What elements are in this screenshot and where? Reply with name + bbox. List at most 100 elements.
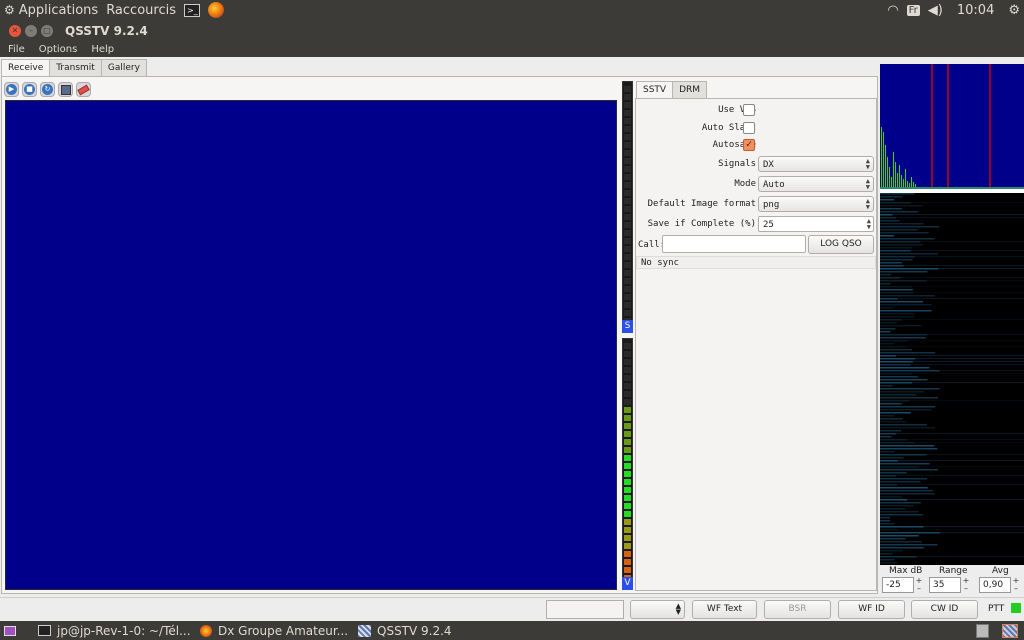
shortcuts-menu[interactable]: Raccourcis [102, 0, 180, 20]
waterfall-line [880, 259, 913, 261]
signal-meter-segment [624, 158, 631, 164]
wf-text-button[interactable]: WF Text [692, 600, 757, 619]
save-complete-value: 25 [763, 220, 774, 230]
erase-button[interactable] [76, 82, 91, 97]
start-button[interactable]: ▶ [4, 82, 19, 97]
resync-button[interactable]: ↻ [40, 82, 55, 97]
autosave-checkbox[interactable]: ✓ [743, 139, 755, 151]
signal-meter-segment [624, 254, 631, 260]
spin-arrows-icon[interactable]: ▲ ▼ [867, 218, 871, 231]
waterfall-line [880, 514, 924, 516]
image-format-select[interactable]: png ▲ ▼ [758, 196, 874, 212]
gear-icon: ⚙ [4, 3, 15, 17]
volume-meter-segment [624, 423, 631, 429]
signal-meter [622, 81, 633, 333]
signal-meter-segment [624, 110, 631, 116]
task-terminal[interactable]: jp@jp-Rev-1-0: ~/Tél... [38, 621, 191, 640]
tab-receive[interactable]: Receive [1, 59, 51, 77]
keyboard-indicator[interactable]: Fr [903, 0, 924, 20]
waterfall-line [880, 286, 913, 288]
status-field [546, 600, 624, 619]
signal-meter-segment [624, 206, 631, 212]
menu-file[interactable]: File [0, 44, 31, 55]
trash-button[interactable] [976, 621, 989, 640]
range-label: Range [939, 566, 968, 576]
applications-menu[interactable]: ⚙ Applications [0, 0, 102, 20]
wf-id-button[interactable]: WF ID [838, 600, 905, 619]
range-input[interactable]: 35 [929, 577, 961, 593]
waterfall-line [880, 511, 919, 513]
tab-transmit[interactable]: Transmit [49, 59, 102, 76]
waterfall-line [880, 256, 915, 258]
firefox-launcher[interactable] [204, 0, 228, 20]
waterfall-line [897, 484, 1024, 485]
bsr-button[interactable]: BSR [764, 600, 831, 619]
waterfall-line [880, 529, 899, 531]
minimize-button[interactable]: – [25, 24, 37, 37]
stop-button[interactable]: ■ [22, 82, 37, 97]
task-qsstv[interactable]: QSSTV 9.2.4 [358, 621, 452, 640]
waterfall-line [912, 382, 1024, 383]
clock[interactable]: 10:04 [947, 0, 1004, 20]
tab-sstv[interactable]: SSTV [636, 81, 674, 99]
workspace-icon [1002, 623, 1018, 638]
waterfall-line [907, 340, 1024, 341]
waterfall-line [926, 454, 1024, 455]
terminal-launcher[interactable]: >_ [180, 0, 204, 20]
menu-help[interactable]: Help [83, 44, 120, 55]
signals-select[interactable]: DX ▲ ▼ [758, 156, 874, 172]
use-vis-checkbox[interactable] [743, 104, 755, 116]
auto-slant-checkbox[interactable] [743, 122, 755, 134]
save-button[interactable] [58, 82, 73, 97]
ptt-indicator [1011, 603, 1021, 613]
waterfall-line [916, 556, 1024, 557]
signals-row: Signals DX ▲ ▼ [636, 156, 878, 172]
avg-input[interactable]: 0,90 [979, 577, 1011, 593]
save-complete-spinbox[interactable]: 25 ▲ ▼ [758, 216, 874, 232]
waterfall-line [880, 445, 935, 447]
volume-indicator[interactable]: ◀) [924, 0, 947, 20]
maximize-button[interactable]: □ [41, 24, 53, 37]
network-indicator[interactable]: ◠ [883, 0, 902, 20]
spectrum-bar [905, 169, 906, 187]
tab-drm[interactable]: DRM [672, 81, 708, 98]
session-indicator[interactable]: ⚙ [1004, 0, 1024, 20]
signal-meter-segment [624, 150, 631, 156]
cw-id-button[interactable]: CW ID [911, 600, 978, 619]
waterfall-line [880, 223, 924, 225]
receive-image [5, 100, 617, 590]
max-db-value: -25 [886, 580, 901, 590]
mode-select[interactable]: Auto ▲ ▼ [758, 176, 874, 192]
status-select[interactable]: ▲ ▼ [630, 600, 685, 619]
range-stepper[interactable]: + – [961, 577, 971, 593]
call-input[interactable] [662, 235, 806, 253]
volume-meter-segment [624, 551, 631, 557]
signal-meter-segment [624, 182, 631, 188]
waterfall-line [880, 334, 927, 336]
ptt-label: PTT [988, 604, 1005, 614]
spectrum-bar [897, 173, 898, 187]
tab-gallery[interactable]: Gallery [100, 59, 147, 76]
max-db-input[interactable]: -25 [882, 577, 914, 593]
task-firefox[interactable]: Dx Groupe Amateur... [200, 621, 348, 640]
menu-options[interactable]: Options [31, 44, 84, 55]
avg-stepper[interactable]: + – [1011, 577, 1021, 593]
show-desktop-button[interactable] [4, 621, 16, 640]
waterfall-line [897, 460, 1024, 461]
close-button[interactable]: ✕ [9, 24, 21, 37]
signal-meter-segment [624, 214, 631, 220]
waterfall-line [880, 313, 915, 315]
eraser-icon [77, 84, 90, 95]
signal-meter-segment [624, 126, 631, 132]
workspace-switcher[interactable] [1002, 621, 1018, 640]
waterfall-line [900, 277, 1024, 278]
waterfall-line [880, 328, 896, 330]
waterfall-line [880, 355, 897, 357]
log-qso-button[interactable]: LOG QSO [808, 235, 874, 254]
waterfall-line [880, 541, 922, 543]
menu-bar: File Options Help [0, 41, 1024, 57]
volume-meter-segment [624, 527, 631, 533]
max-db-stepper[interactable]: + – [914, 577, 924, 593]
waterfall-line [880, 385, 893, 387]
autosave-row: Autosave ✓ [636, 137, 878, 153]
